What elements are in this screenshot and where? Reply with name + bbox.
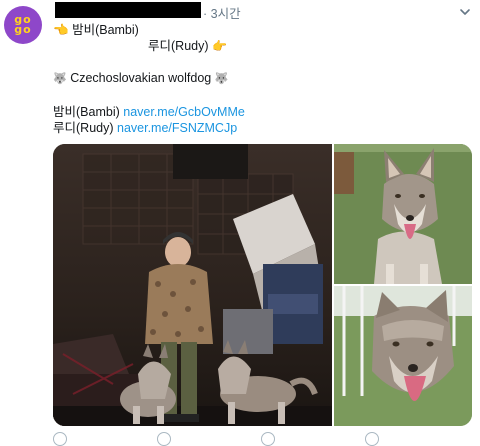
avatar-logo-text: go go — [14, 13, 32, 36]
reply-icon[interactable] — [53, 432, 67, 446]
tweet-timestamp[interactable]: · 3시간 — [203, 3, 241, 22]
line-bambi-link: 밤비(Bambi) naver.me/GcbOvMMe — [53, 104, 245, 120]
wolf-face-icon: 🐺 — [214, 73, 229, 85]
photo-wolfdog-bambi[interactable] — [334, 144, 472, 284]
breed-name: Czechoslovakian wolfdog — [70, 71, 212, 85]
share-icon[interactable] — [365, 432, 379, 446]
pointing-left-icon: 👉 — [212, 39, 227, 53]
retweet-icon[interactable] — [157, 432, 171, 446]
line-bambi: 👈 밤비(Bambi) — [53, 22, 139, 38]
wolf-face-icon: 🐺 — [53, 73, 67, 85]
rudy-link[interactable]: naver.me/FSNZMCJp — [117, 121, 237, 135]
line-rudy-link: 루디(Rudy) naver.me/FSNZMCJp — [53, 120, 237, 136]
tweet-actions — [53, 432, 473, 446]
rudy-label: 루디(Rudy) — [53, 121, 114, 135]
bambi-name: 밤비(Bambi) — [72, 23, 139, 37]
photo-man-with-wolfdogs[interactable] — [53, 144, 332, 426]
bambi-label: 밤비(Bambi) — [53, 105, 120, 119]
tweet-card: go go · 3시간 👈 밤비(Bambi) 루디(Rudy) 👉 🐺 Cze… — [0, 0, 480, 446]
redacted-user-name — [55, 2, 201, 18]
line-breed: 🐺 Czechoslovakian wolfdog 🐺 — [53, 70, 228, 87]
like-icon[interactable] — [261, 432, 275, 446]
line-rudy: 루디(Rudy) 👉 — [148, 38, 227, 54]
tweet-media-grid — [53, 144, 472, 426]
chevron-down-icon[interactable] — [459, 6, 471, 18]
photo-wolfdog-rudy[interactable] — [334, 286, 472, 426]
rudy-name: 루디(Rudy) — [148, 39, 209, 53]
bambi-link[interactable]: naver.me/GcbOvMMe — [123, 105, 245, 119]
avatar[interactable]: go go — [4, 6, 42, 44]
pointing-right-icon: 👈 — [53, 23, 69, 37]
